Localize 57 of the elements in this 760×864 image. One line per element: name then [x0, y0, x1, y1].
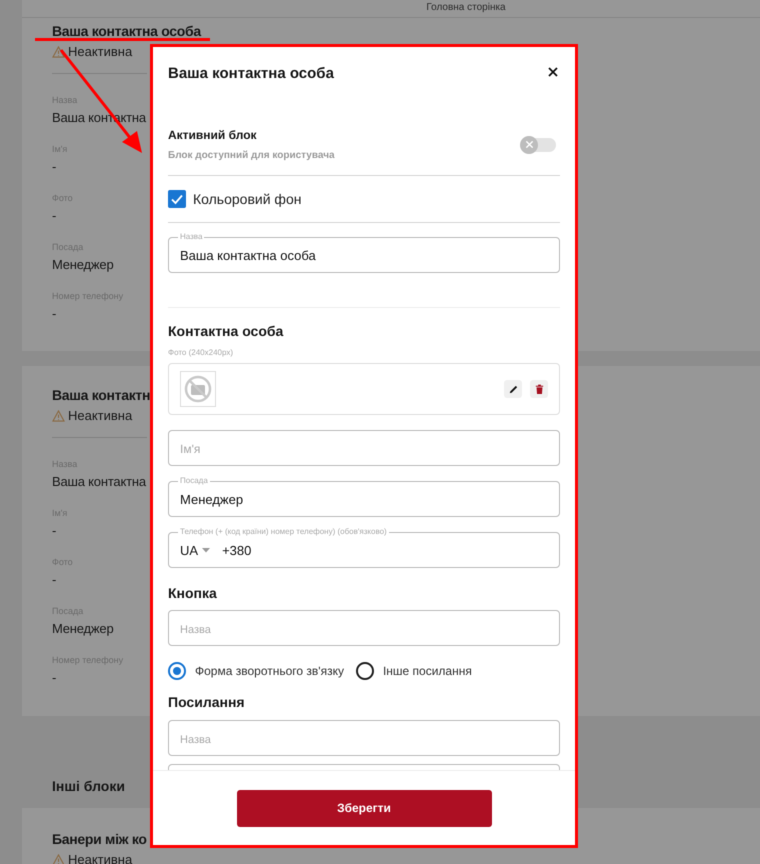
section-title: Кнопка — [168, 585, 218, 601]
input-field[interactable]: Назва — [168, 610, 560, 646]
field-value: - — [52, 207, 56, 225]
text-input[interactable]: Менеджер — [180, 492, 548, 506]
block-title: Ваша контактн — [52, 388, 150, 402]
radio-label: Інше посилання — [382, 664, 472, 678]
no-photo-icon — [180, 371, 216, 407]
block-title: Ваша контактна особа — [52, 24, 201, 38]
setting-description: Блок доступний для користувача — [168, 150, 335, 161]
section-title: Контактна особа — [168, 323, 284, 339]
warning-icon — [52, 46, 65, 58]
trash-icon — [534, 383, 544, 395]
field-value: - — [52, 305, 56, 323]
field-value: Менеджер — [52, 256, 114, 274]
radio-button[interactable] — [356, 662, 374, 680]
modal-title: Ваша контактна особа — [168, 65, 334, 82]
checkbox[interactable] — [168, 190, 186, 208]
delete-button[interactable] — [530, 380, 548, 398]
radio-label: Форма зворотнього зв'язку — [195, 664, 344, 678]
field-value: - — [52, 158, 56, 176]
text-input[interactable]: +380 — [222, 542, 548, 558]
warning-icon — [52, 410, 65, 422]
text-input[interactable]: Назва — [180, 620, 548, 636]
edit-button[interactable] — [504, 380, 522, 398]
field-value: - — [52, 522, 56, 540]
close-icon — [548, 66, 558, 76]
warning-icon — [52, 854, 65, 864]
field-label: Телефон (+ (код країни) номер телефону) (обов'язково) — [178, 527, 389, 537]
field-label: Назва — [178, 232, 204, 242]
text-input[interactable]: Назва — [180, 730, 548, 746]
close-button[interactable] — [546, 64, 560, 78]
caret-icon — [202, 548, 210, 552]
input-field[interactable]: Ім'я — [168, 430, 560, 466]
status-text: Неактивна — [68, 852, 132, 864]
field-label: Посада — [178, 476, 210, 486]
radio-button[interactable] — [168, 662, 186, 680]
checkbox-label: Кольоровий фон — [193, 191, 302, 207]
field-value: Ваша контактна — [52, 473, 146, 491]
section-title: Інші блоки — [52, 778, 125, 794]
setting-title: Активний блок — [168, 128, 258, 142]
field-value: - — [52, 669, 56, 687]
pencil-icon — [508, 384, 518, 394]
toggle-switch[interactable] — [522, 138, 556, 152]
section-title: Посилання — [168, 694, 246, 710]
field-value: - — [52, 571, 56, 589]
block-title: Банери між ко — [52, 832, 147, 846]
field-label: Фото (240x240px) — [168, 348, 234, 357]
x-icon — [524, 140, 534, 149]
input-field[interactable]: Назва — [168, 720, 560, 756]
save-button[interactable]: Зберегти — [236, 790, 492, 826]
text-input[interactable]: Ім'я — [180, 440, 548, 456]
page-title: Головна сторінка — [426, 1, 506, 15]
field-value: Менеджер — [52, 620, 114, 638]
text-input[interactable]: Ваша контактна особа — [180, 248, 548, 262]
status-text: Неактивна — [68, 408, 132, 423]
country-select[interactable]: UA — [180, 542, 210, 558]
status-text: Неактивна — [68, 44, 132, 59]
